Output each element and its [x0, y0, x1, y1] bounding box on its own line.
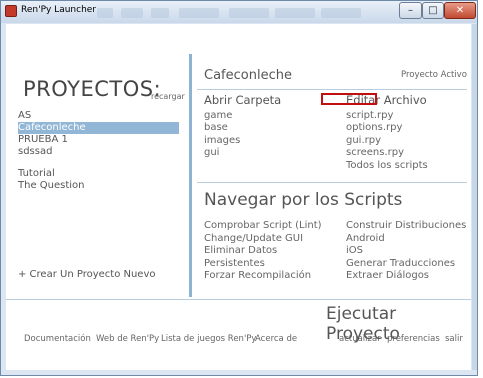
file-link-gui[interactable]: gui.rpy: [346, 135, 428, 148]
project-item-cafeconleche[interactable]: Cafeconleche: [18, 122, 179, 134]
action-android[interactable]: Android: [346, 233, 466, 246]
create-project-link[interactable]: + Crear Un Proyecto Nuevo: [18, 269, 156, 280]
annotation-highlight-box: [321, 93, 377, 105]
folder-link-gui[interactable]: gui: [204, 147, 281, 160]
project-item-tutorial[interactable]: Tutorial: [18, 168, 179, 180]
background-ghost-icon: [321, 8, 361, 18]
footer-link-about[interactable]: Acerca de: [255, 334, 297, 344]
close-button[interactable]: ✕: [444, 2, 476, 19]
actions-right-column: Construir Distribuciones Android iOS Gen…: [346, 220, 466, 283]
background-ghost-icon: [151, 8, 169, 18]
actions-left-column: Comprobar Script (Lint) Change/Update GU…: [204, 220, 322, 283]
maximize-button[interactable]: □: [422, 2, 444, 19]
refresh-link[interactable]: recargar: [151, 92, 185, 101]
file-link-script[interactable]: script.rpy: [346, 110, 428, 123]
footer-link-games-list[interactable]: Lista de juegos Ren'Py: [161, 334, 256, 344]
open-folder-column: Abrir Carpeta game base images gui: [204, 94, 281, 160]
section-separator: [197, 182, 467, 183]
action-force-recompile[interactable]: Forzar Recompilación: [204, 270, 322, 283]
action-change-gui[interactable]: Change/Update GUI: [204, 233, 322, 246]
title-bar[interactable]: Ren'Py Launcher – □ ✕: [1, 1, 477, 23]
panel-divider: [189, 54, 192, 297]
navigate-scripts-heading[interactable]: Navegar por los Scripts: [204, 190, 402, 210]
project-item-the-question[interactable]: The Question: [18, 180, 179, 192]
project-list: AS Cafeconleche PRUEBA 1 sdssad Tutorial…: [18, 110, 179, 192]
file-link-all-scripts[interactable]: Todos los scripts: [346, 160, 428, 173]
folder-link-base[interactable]: base: [204, 122, 281, 135]
background-ghost-icon: [229, 8, 269, 18]
action-extract-dialogue[interactable]: Extraer Diálogos: [346, 270, 466, 283]
folder-link-images[interactable]: images: [204, 135, 281, 148]
background-ghost-icon: [275, 8, 315, 18]
window-right-border: [472, 24, 477, 370]
background-ghost-icon: [121, 8, 143, 18]
action-lint[interactable]: Comprobar Script (Lint): [204, 220, 322, 233]
project-item-prueba-1[interactable]: PRUEBA 1: [18, 134, 179, 146]
launcher-client-area: PROYECTOS: recargar AS Cafeconleche PRUE…: [6, 24, 471, 370]
folder-link-game[interactable]: game: [204, 110, 281, 123]
footer-link-preferences[interactable]: preferencias: [387, 334, 440, 344]
background-ghost-icon: [179, 8, 219, 18]
footer-separator: [6, 299, 471, 300]
header-separator: [197, 89, 467, 90]
action-delete-persistent[interactable]: Eliminar Datos: [204, 245, 322, 258]
open-folder-heading: Abrir Carpeta: [204, 93, 282, 107]
active-project-name: Cafeconleche: [204, 68, 292, 83]
active-project-label: Proyecto Activo: [401, 70, 467, 80]
footer-link-documentation[interactable]: Documentación: [24, 334, 91, 344]
file-link-options[interactable]: options.rpy: [346, 122, 428, 135]
background-ghost-icon: [97, 8, 113, 18]
footer-link-renpy-website[interactable]: Web de Ren'Py: [96, 334, 159, 344]
action-delete-persistent-cont[interactable]: Persistentes: [204, 258, 322, 271]
file-link-screens[interactable]: screens.rpy: [346, 147, 428, 160]
action-ios[interactable]: iOS: [346, 245, 466, 258]
action-build-distributions[interactable]: Construir Distribuciones: [346, 220, 466, 233]
minimize-button[interactable]: –: [399, 2, 422, 19]
project-item-as[interactable]: AS: [18, 110, 179, 122]
footer-link-quit[interactable]: salir: [445, 334, 463, 344]
projects-heading: PROYECTOS:: [23, 77, 162, 101]
renpy-app-icon: [5, 5, 17, 17]
footer-link-update[interactable]: actualizar: [339, 334, 381, 344]
action-generate-translations[interactable]: Generar Traducciones: [346, 258, 466, 271]
window-title: Ren'Py Launcher: [21, 5, 97, 15]
project-item-sdssad[interactable]: sdssad: [18, 146, 179, 158]
edit-file-column: Editar Archivo script.rpy options.rpy gu…: [346, 94, 428, 172]
